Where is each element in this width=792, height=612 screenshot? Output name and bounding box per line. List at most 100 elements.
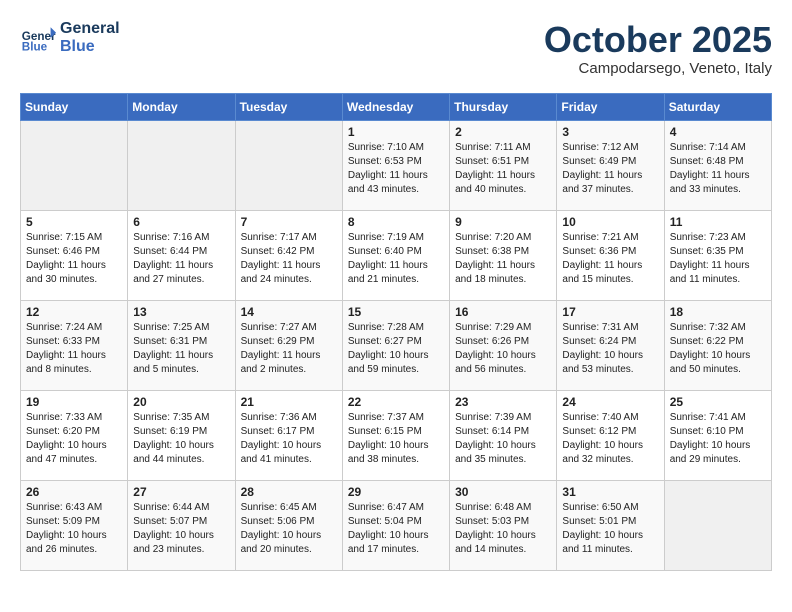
calendar-cell: 10 Sunrise: 7:21 AM Sunset: 6:36 PM Dayli… <box>557 210 664 300</box>
logo-line1: General <box>60 20 120 38</box>
day-info: Sunrise: 7:25 AM Sunset: 6:31 PM Dayligh… <box>133 321 229 377</box>
calendar-week-4: 19 Sunrise: 7:33 AM Sunset: 6:20 PM Dayli… <box>21 390 772 480</box>
location: Campodarsego, Veneto, Italy <box>544 60 772 77</box>
day-number: 11 <box>670 215 766 229</box>
calendar-cell: 25 Sunrise: 7:41 AM Sunset: 6:10 PM Dayli… <box>664 390 771 480</box>
day-number: 15 <box>348 305 444 319</box>
day-info: Sunrise: 7:16 AM Sunset: 6:44 PM Dayligh… <box>133 231 229 287</box>
day-header-tuesday: Tuesday <box>235 93 342 120</box>
day-info: Sunrise: 7:36 AM Sunset: 6:17 PM Dayligh… <box>241 411 337 467</box>
calendar-cell <box>21 120 128 210</box>
day-number: 29 <box>348 485 444 499</box>
logo-line2: Blue <box>60 38 120 56</box>
calendar-cell: 22 Sunrise: 7:37 AM Sunset: 6:15 PM Dayli… <box>342 390 449 480</box>
calendar-week-5: 26Sunrise: 6:43 AM Sunset: 5:09 PM Dayli… <box>21 480 772 570</box>
calendar-cell: 12 Sunrise: 7:24 AM Sunset: 6:33 PM Dayli… <box>21 300 128 390</box>
day-info: Sunrise: 7:28 AM Sunset: 6:27 PM Dayligh… <box>348 321 444 377</box>
calendar-cell: 4 Sunrise: 7:14 AM Sunset: 6:48 PM Daylig… <box>664 120 771 210</box>
day-info: Sunrise: 7:11 AM Sunset: 6:51 PM Dayligh… <box>455 141 551 197</box>
calendar-cell: 31 Sunrise: 6:50 AM Sunset: 5:01 PM Dayli… <box>557 480 664 570</box>
calendar-cell <box>235 120 342 210</box>
day-info: Sunrise: 7:20 AM Sunset: 6:38 PM Dayligh… <box>455 231 551 287</box>
day-number: 27 <box>133 485 229 499</box>
day-number: 12 <box>26 305 122 319</box>
day-number: 13 <box>133 305 229 319</box>
calendar-cell: 6 Sunrise: 7:16 AM Sunset: 6:44 PM Daylig… <box>128 210 235 300</box>
calendar-cell: 26Sunrise: 6:43 AM Sunset: 5:09 PM Dayli… <box>21 480 128 570</box>
day-number: 6 <box>133 215 229 229</box>
day-info: Sunrise: 7:27 AM Sunset: 6:29 PM Dayligh… <box>241 321 337 377</box>
day-number: 9 <box>455 215 551 229</box>
day-info: Sunrise: 7:33 AM Sunset: 6:20 PM Dayligh… <box>26 411 122 467</box>
month-title: October 2025 <box>544 20 772 60</box>
day-number: 17 <box>562 305 658 319</box>
calendar-cell: 1Sunrise: 7:10 AM Sunset: 6:53 PM Daylig… <box>342 120 449 210</box>
calendar-cell: 14 Sunrise: 7:27 AM Sunset: 6:29 PM Dayli… <box>235 300 342 390</box>
day-info: Sunrise: 6:47 AM Sunset: 5:04 PM Dayligh… <box>348 501 444 557</box>
day-number: 20 <box>133 395 229 409</box>
day-header-friday: Friday <box>557 93 664 120</box>
day-info: Sunrise: 7:40 AM Sunset: 6:12 PM Dayligh… <box>562 411 658 467</box>
day-number: 18 <box>670 305 766 319</box>
calendar-cell: 23Sunrise: 7:39 AM Sunset: 6:14 PM Dayli… <box>450 390 557 480</box>
day-number: 22 <box>348 395 444 409</box>
day-info: Sunrise: 6:44 AM Sunset: 5:07 PM Dayligh… <box>133 501 229 557</box>
calendar-cell: 28Sunrise: 6:45 AM Sunset: 5:06 PM Dayli… <box>235 480 342 570</box>
calendar-cell: 2 Sunrise: 7:11 AM Sunset: 6:51 PM Daylig… <box>450 120 557 210</box>
day-info: Sunrise: 7:31 AM Sunset: 6:24 PM Dayligh… <box>562 321 658 377</box>
day-header-saturday: Saturday <box>664 93 771 120</box>
day-info: Sunrise: 7:35 AM Sunset: 6:19 PM Dayligh… <box>133 411 229 467</box>
calendar-cell: 3Sunrise: 7:12 AM Sunset: 6:49 PM Daylig… <box>557 120 664 210</box>
calendar-cell: 18Sunrise: 7:32 AM Sunset: 6:22 PM Dayli… <box>664 300 771 390</box>
day-number: 2 <box>455 125 551 139</box>
day-header-monday: Monday <box>128 93 235 120</box>
day-info: Sunrise: 7:21 AM Sunset: 6:36 PM Dayligh… <box>562 231 658 287</box>
calendar-table: SundayMondayTuesdayWednesdayThursdayFrid… <box>20 93 772 571</box>
day-info: Sunrise: 7:37 AM Sunset: 6:15 PM Dayligh… <box>348 411 444 467</box>
day-number: 31 <box>562 485 658 499</box>
calendar-cell: 19 Sunrise: 7:33 AM Sunset: 6:20 PM Dayli… <box>21 390 128 480</box>
calendar-cell: 17 Sunrise: 7:31 AM Sunset: 6:24 PM Dayli… <box>557 300 664 390</box>
day-header-sunday: Sunday <box>21 93 128 120</box>
calendar-cell: 8 Sunrise: 7:19 AM Sunset: 6:40 PM Daylig… <box>342 210 449 300</box>
day-number: 10 <box>562 215 658 229</box>
calendar-week-1: 1Sunrise: 7:10 AM Sunset: 6:53 PM Daylig… <box>21 120 772 210</box>
day-info: Sunrise: 6:50 AM Sunset: 5:01 PM Dayligh… <box>562 501 658 557</box>
calendar-cell: 9 Sunrise: 7:20 AM Sunset: 6:38 PM Daylig… <box>450 210 557 300</box>
day-number: 24 <box>562 395 658 409</box>
day-info: Sunrise: 7:24 AM Sunset: 6:33 PM Dayligh… <box>26 321 122 377</box>
day-info: Sunrise: 7:17 AM Sunset: 6:42 PM Dayligh… <box>241 231 337 287</box>
day-number: 4 <box>670 125 766 139</box>
calendar-cell: 30Sunrise: 6:48 AM Sunset: 5:03 PM Dayli… <box>450 480 557 570</box>
day-info: Sunrise: 7:19 AM Sunset: 6:40 PM Dayligh… <box>348 231 444 287</box>
calendar-cell: 29 Sunrise: 6:47 AM Sunset: 5:04 PM Dayli… <box>342 480 449 570</box>
calendar-week-2: 5Sunrise: 7:15 AM Sunset: 6:46 PM Daylig… <box>21 210 772 300</box>
calendar-cell: 16Sunrise: 7:29 AM Sunset: 6:26 PM Dayli… <box>450 300 557 390</box>
day-number: 25 <box>670 395 766 409</box>
day-info: Sunrise: 7:14 AM Sunset: 6:48 PM Dayligh… <box>670 141 766 197</box>
calendar-cell: 21Sunrise: 7:36 AM Sunset: 6:17 PM Dayli… <box>235 390 342 480</box>
calendar-cell <box>664 480 771 570</box>
day-number: 19 <box>26 395 122 409</box>
calendar-cell: 11Sunrise: 7:23 AM Sunset: 6:35 PM Dayli… <box>664 210 771 300</box>
title-block: October 2025 Campodarsego, Veneto, Italy <box>544 20 772 77</box>
page-header: General Blue General Blue October 2025 C… <box>20 20 772 77</box>
day-number: 7 <box>241 215 337 229</box>
day-number: 1 <box>348 125 444 139</box>
calendar-cell: 27 Sunrise: 6:44 AM Sunset: 5:07 PM Dayli… <box>128 480 235 570</box>
logo-icon: General Blue <box>20 20 56 56</box>
day-info: Sunrise: 6:43 AM Sunset: 5:09 PM Dayligh… <box>26 501 122 557</box>
day-header-thursday: Thursday <box>450 93 557 120</box>
day-number: 28 <box>241 485 337 499</box>
calendar-cell: 15 Sunrise: 7:28 AM Sunset: 6:27 PM Dayli… <box>342 300 449 390</box>
day-number: 14 <box>241 305 337 319</box>
calendar-cell <box>128 120 235 210</box>
svg-text:Blue: Blue <box>22 41 48 54</box>
day-info: Sunrise: 7:39 AM Sunset: 6:14 PM Dayligh… <box>455 411 551 467</box>
day-info: Sunrise: 7:41 AM Sunset: 6:10 PM Dayligh… <box>670 411 766 467</box>
calendar-cell: 7 Sunrise: 7:17 AM Sunset: 6:42 PM Daylig… <box>235 210 342 300</box>
day-info: Sunrise: 6:48 AM Sunset: 5:03 PM Dayligh… <box>455 501 551 557</box>
day-header-wednesday: Wednesday <box>342 93 449 120</box>
calendar-cell: 5Sunrise: 7:15 AM Sunset: 6:46 PM Daylig… <box>21 210 128 300</box>
day-number: 8 <box>348 215 444 229</box>
